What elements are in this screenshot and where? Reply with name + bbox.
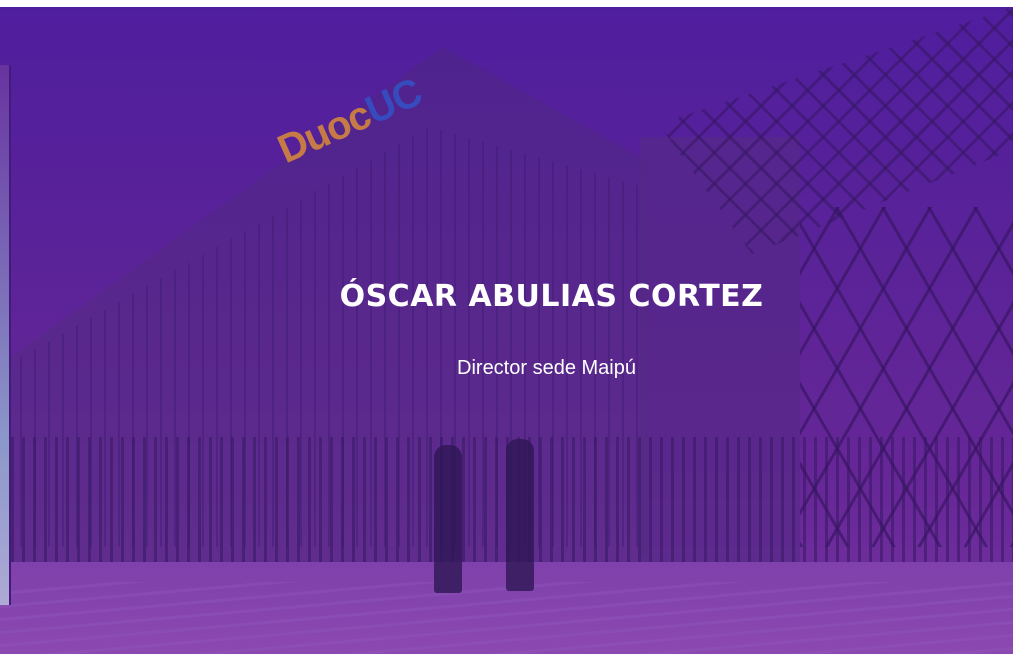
purple-overlay xyxy=(0,7,1013,654)
person-role: Director sede Maipú xyxy=(457,357,636,379)
hero-banner: DuocUC ÓSCAR ABULIAS CORTEZ Director sed… xyxy=(0,7,1013,654)
person-name-heading: ÓSCAR ABULIAS CORTEZ xyxy=(339,279,764,314)
